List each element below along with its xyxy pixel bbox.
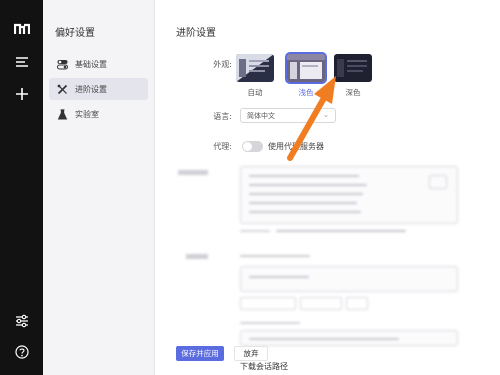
language-label: 语言: — [213, 112, 232, 121]
chevron-down-icon: ⌄ — [323, 111, 329, 119]
tools-icon — [55, 82, 69, 96]
ua-preset-chip-1[interactable] — [240, 297, 296, 310]
toggle-icon — [55, 57, 69, 71]
page-title: 进阶设置 — [176, 28, 216, 39]
appearance-label: 外观: — [213, 60, 232, 69]
download-path-label: 下载会话路径 — [240, 362, 288, 371]
theme-light-label[interactable]: 浅色 — [287, 87, 325, 98]
sidebar-item-label: 基础设置 — [75, 59, 107, 69]
language-select[interactable]: 简体中文 ⌄ — [240, 108, 336, 123]
proxy-toggle-label: 使用代理服务器 — [268, 142, 324, 151]
add-task-icon[interactable] — [0, 79, 43, 109]
theme-auto-thumbnail[interactable] — [236, 54, 274, 82]
proxy-toggle[interactable] — [242, 141, 263, 152]
app-logo-icon — [0, 14, 43, 44]
save-apply-button[interactable]: 保存并应用 — [176, 346, 224, 361]
theme-light-thumbnail[interactable] — [287, 54, 325, 82]
sidebar-item-label: 进阶设置 — [75, 84, 107, 94]
theme-dark-thumbnail[interactable] — [334, 54, 372, 82]
ua-preset-chip-2[interactable] — [300, 297, 342, 310]
tracker-label-placeholder — [178, 170, 208, 175]
sidebar-item-advanced[interactable]: 进阶设置 — [49, 78, 148, 100]
sidebar-item-lab[interactable]: 实验室 — [49, 103, 148, 125]
flask-icon — [55, 107, 69, 121]
preferences-icon[interactable] — [0, 306, 43, 336]
blurred-settings-area — [156, 160, 500, 346]
theme-auto-label[interactable]: 自动 — [236, 87, 274, 98]
language-value: 简体中文 — [247, 111, 275, 120]
tracker-textarea[interactable] — [240, 166, 458, 224]
sidebar-item-basic[interactable]: 基础设置 — [49, 53, 148, 75]
menu-icon[interactable] — [0, 47, 43, 77]
main-panel: 进阶设置 外观: 自动 浅色 深色 语言: 简体中文 ⌄ 代理: 使用代理服务器… — [156, 0, 500, 375]
user-agent-textarea[interactable] — [240, 266, 458, 292]
theme-dark-label[interactable]: 深色 — [334, 87, 372, 98]
discard-button[interactable]: 放弃 — [234, 346, 268, 361]
sidebar-item-label: 实验室 — [75, 109, 99, 119]
help-icon[interactable] — [0, 337, 43, 367]
sidebar-title: 偏好设置 — [55, 28, 95, 39]
preferences-sidebar: 偏好设置 基础设置 进阶设置 实验室 — [43, 0, 155, 375]
ua-preset-chip-3[interactable] — [346, 297, 368, 310]
log-path-input[interactable] — [240, 330, 458, 346]
proxy-label: 代理: — [213, 142, 232, 151]
app-rail — [0, 0, 43, 375]
user-agent-label-placeholder — [186, 254, 208, 259]
